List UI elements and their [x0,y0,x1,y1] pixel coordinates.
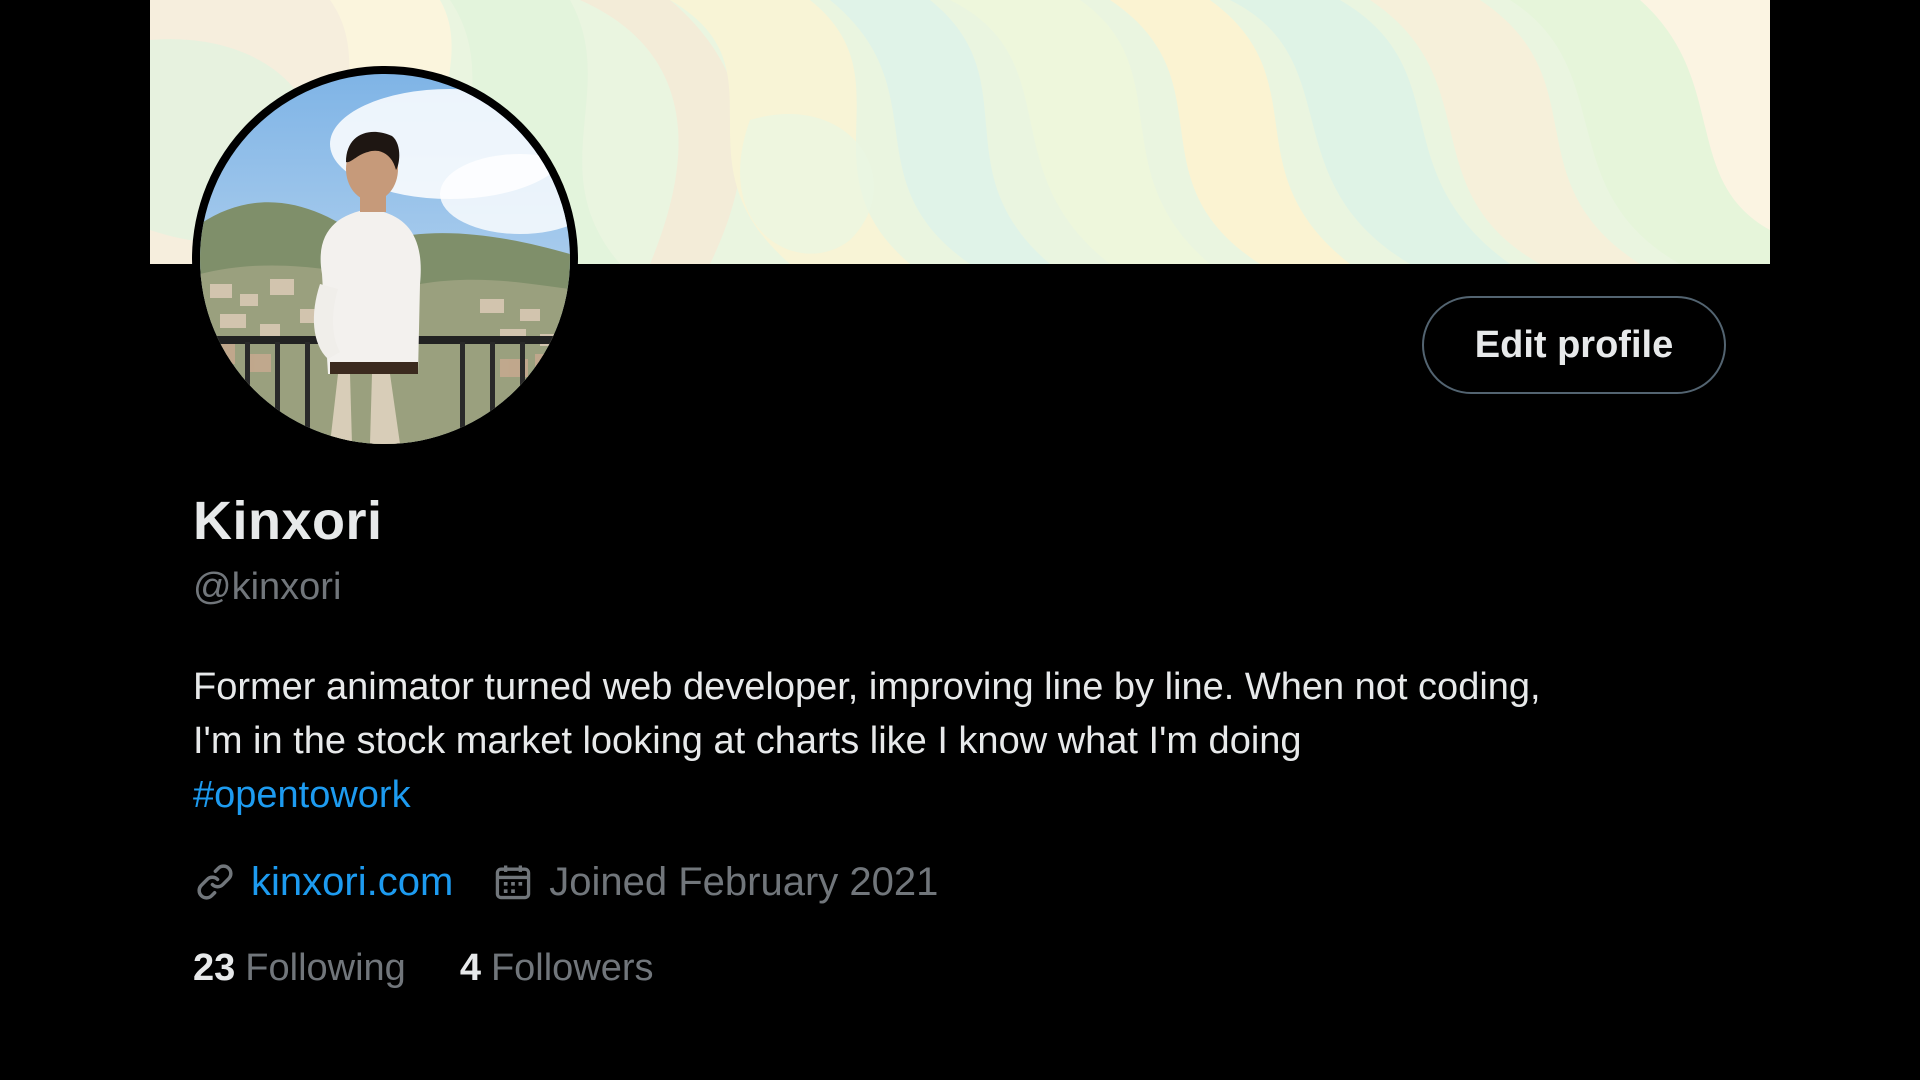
display-name: Kinxori [193,491,383,551]
avatar-frame[interactable] [192,66,578,452]
bio-line: I'm in the stock market looking at chart… [193,720,1302,762]
profile-meta: kinxori.com Joined February 2021 [193,856,938,908]
bio-line: Former animator turned web developer, im… [193,666,1541,708]
joined-date: Joined February 2021 [549,859,939,904]
follow-stats: 23 Following 4 Followers [193,942,654,994]
website-item: kinxori.com [193,860,453,905]
user-handle: @kinxori [193,566,342,608]
avatar-photo [200,74,570,444]
website-link[interactable]: kinxori.com [251,860,453,905]
followers-label: Followers [490,946,654,989]
avatar[interactable] [200,74,570,444]
profile-bio: Former animator turned web developer, im… [193,660,1733,822]
following-label: Following [245,946,406,989]
followers-count: 4 [459,946,481,989]
edit-profile-button[interactable]: Edit profile [1422,296,1726,394]
following-link[interactable]: 23 Following [193,947,406,990]
joined-item: Joined February 2021 [491,860,938,905]
following-count: 23 [193,946,236,989]
hashtag-link[interactable]: #opentowork [193,774,411,816]
followers-link[interactable]: 4 Followers [460,947,654,990]
calendar-icon [491,860,535,904]
link-icon [193,860,237,904]
